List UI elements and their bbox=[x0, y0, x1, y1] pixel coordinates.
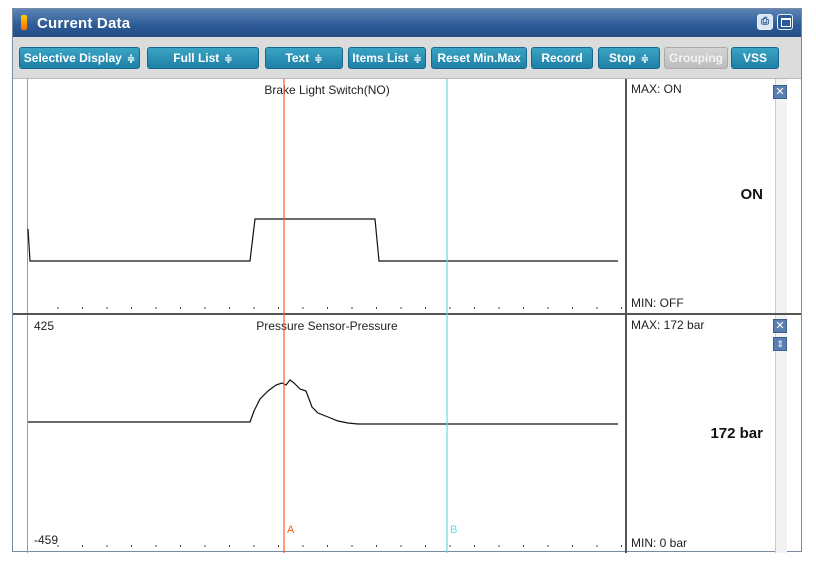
cursor-overlay: A B bbox=[283, 79, 457, 553]
current-data-window: Current Data ⎙ Selective Display ≑ Full L… bbox=[12, 8, 802, 553]
cursor-b-label: B bbox=[450, 524, 457, 536]
cursor-a-label: A bbox=[287, 524, 295, 536]
